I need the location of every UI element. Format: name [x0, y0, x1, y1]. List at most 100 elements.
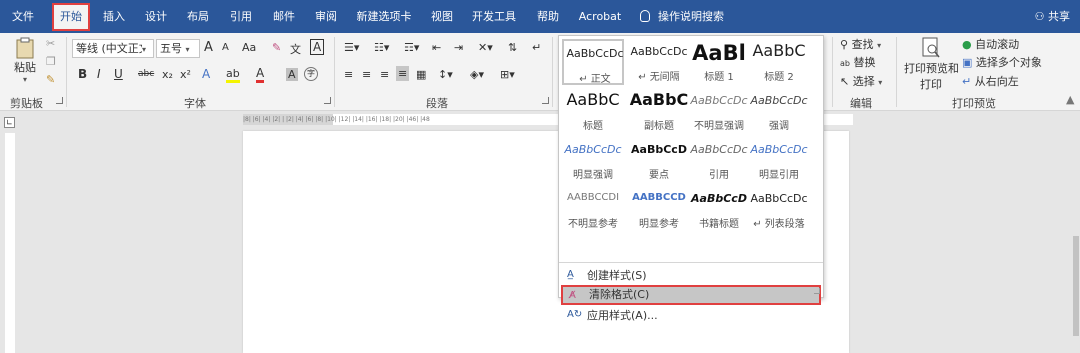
strikethrough-button[interactable]: abc: [138, 69, 154, 79]
enclose-characters-icon[interactable]: 字: [304, 67, 318, 81]
tab-mailings[interactable]: 邮件: [266, 0, 302, 33]
numbering-icon[interactable]: ☷▾: [374, 41, 389, 54]
distributed-icon[interactable]: ▦: [416, 68, 426, 81]
copy-icon[interactable]: ❐: [46, 55, 56, 68]
resize-grip-icon[interactable]: [814, 288, 820, 294]
style-4[interactable]: AaBbC 标题 2: [748, 39, 810, 85]
bullets-icon[interactable]: ☰▾: [344, 41, 359, 54]
tab-view[interactable]: 视图: [424, 0, 460, 33]
print-preview-button[interactable]: 打印预览和 打印: [904, 36, 959, 92]
multilevel-list-icon[interactable]: ☶▾: [404, 41, 419, 54]
subscript-button[interactable]: x₂: [162, 68, 173, 81]
grow-font-button[interactable]: A: [204, 40, 213, 55]
change-case-button[interactable]: Aa: [242, 41, 256, 54]
tab-developer[interactable]: 开发工具: [466, 0, 522, 33]
style-14[interactable]: AABBCCD 明显参考: [628, 186, 690, 232]
tab-selector-icon[interactable]: ∟: [4, 117, 15, 128]
bold-button[interactable]: B: [78, 67, 87, 81]
tab-references[interactable]: 引用: [223, 0, 259, 33]
apply-styles-item[interactable]: A↻ 应用样式(A)...: [561, 306, 821, 326]
style-name: 引用: [688, 166, 750, 181]
italic-button[interactable]: I: [97, 67, 101, 81]
style-13[interactable]: AABBCCDI 不明显参考: [562, 186, 624, 232]
style-6[interactable]: AaBbC 副标题: [628, 88, 690, 134]
right-to-left-button[interactable]: ↵ 从右向左: [962, 73, 1019, 89]
sort-icon[interactable]: ⇅: [508, 41, 517, 54]
clipboard-icon: [16, 37, 34, 59]
select-button[interactable]: ↖ 选择 ▾: [840, 73, 882, 89]
tab-layout[interactable]: 布局: [180, 0, 216, 33]
paragraph-mark-icon: ↵: [753, 219, 762, 230]
style-name-text: 强调: [769, 121, 789, 132]
paragraph-mark-icon: ↵: [638, 72, 647, 83]
style-preview: AaBbC: [566, 90, 620, 109]
cut-icon[interactable]: ✂: [46, 37, 55, 50]
style-10[interactable]: AaBbCcD 要点: [628, 137, 690, 183]
highlight-color-button[interactable]: ab: [226, 67, 240, 83]
tab-insert[interactable]: 插入: [96, 0, 132, 33]
style-1[interactable]: AaBbCcDc ↵ 正文: [562, 39, 624, 85]
find-button[interactable]: ⚲ 查找 ▾: [840, 36, 881, 52]
divider: [896, 37, 897, 107]
style-name-text: 标题: [583, 121, 603, 132]
character-border-button[interactable]: A: [310, 39, 325, 55]
style-5[interactable]: AaBbC 标题: [562, 88, 624, 134]
style-12[interactable]: AaBbCcDc 明显引用: [748, 137, 810, 183]
style-8[interactable]: AaBbCcDc 强调: [748, 88, 810, 134]
style-9[interactable]: AaBbCcDc 明显强调: [562, 137, 624, 183]
auto-scroll-button[interactable]: ● 自动滚动: [962, 36, 1019, 52]
align-center-icon[interactable]: ≡: [362, 68, 371, 81]
clear-formatting-item[interactable]: A̸ 清除格式(C): [561, 285, 821, 305]
paste-dropdown-icon[interactable]: ▾: [8, 75, 42, 84]
select-multiple-button[interactable]: ▣ 选择多个对象: [962, 54, 1042, 70]
chinese-layout-icon[interactable]: ✕▾: [478, 41, 493, 54]
format-painter-icon[interactable]: ✎: [46, 73, 55, 86]
align-right-icon[interactable]: ≡: [380, 68, 389, 81]
font-size-combo[interactable]: 五号 ▾: [156, 39, 200, 58]
style-3[interactable]: AaBl 标题 1: [688, 39, 750, 85]
align-left-icon[interactable]: ≡: [344, 68, 353, 81]
increase-indent-icon[interactable]: ⇥: [454, 41, 463, 54]
shading-icon[interactable]: ◈▾: [470, 68, 484, 81]
underline-button[interactable]: U: [114, 67, 123, 81]
style-2[interactable]: AaBbCcDc ↵ 无间隔: [628, 39, 690, 85]
share-button[interactable]: ⚇ 共享: [1035, 0, 1070, 33]
scrollbar-thumb[interactable]: [1073, 236, 1079, 336]
style-16[interactable]: AaBbCcDc ↵ 列表段落: [748, 186, 810, 232]
tab-new-tab[interactable]: 新建选项卡: [352, 0, 416, 33]
style-7[interactable]: AaBbCcDc 不明显强调: [688, 88, 750, 134]
borders-icon[interactable]: ⊞▾: [500, 68, 515, 81]
font-launcher[interactable]: [324, 97, 331, 104]
superscript-button[interactable]: x²: [180, 68, 191, 81]
style-name: 明显引用: [748, 166, 810, 181]
clear-all-formatting-icon[interactable]: ✎: [272, 41, 281, 54]
shrink-font-button[interactable]: A: [222, 42, 229, 53]
tab-help[interactable]: 帮助: [530, 0, 566, 33]
font-family-combo[interactable]: 等线 (中文正文)▾: [72, 39, 154, 58]
paragraph-mark-icon: ↵: [579, 74, 588, 85]
create-style-item[interactable]: A̲ 创建样式(S): [561, 266, 821, 286]
style-11[interactable]: AaBbCcDc 引用: [688, 137, 750, 183]
tab-design[interactable]: 设计: [138, 0, 174, 33]
replace-button[interactable]: ab 替换: [840, 54, 875, 70]
style-15[interactable]: AaBbCcD 书籍标题: [688, 186, 750, 232]
tell-me-search[interactable]: 操作说明搜索: [640, 0, 724, 33]
tab-review[interactable]: 审阅: [308, 0, 344, 33]
tab-acrobat[interactable]: Acrobat: [574, 0, 626, 33]
character-shading-button[interactable]: A: [286, 68, 298, 81]
search-icon: ⚲: [840, 38, 849, 51]
text-effects-button[interactable]: A: [202, 67, 210, 81]
phonetic-guide-button[interactable]: 文: [290, 41, 301, 57]
tab-home[interactable]: 开始: [52, 3, 90, 31]
clipboard-launcher[interactable]: [56, 97, 63, 104]
paste-button[interactable]: 粘贴 ▾: [8, 37, 42, 87]
justify-icon[interactable]: ≡: [396, 66, 410, 81]
font-color-button[interactable]: A: [256, 66, 265, 83]
show-marks-icon[interactable]: ↵: [532, 41, 541, 54]
paragraph-launcher[interactable]: [542, 97, 549, 104]
vertical-scrollbar[interactable]: [1072, 111, 1080, 353]
decrease-indent-icon[interactable]: ⇤: [432, 41, 441, 54]
line-spacing-icon[interactable]: ↕▾: [438, 68, 453, 81]
collapse-ribbon-icon[interactable]: ▲: [1066, 93, 1074, 106]
tab-file[interactable]: 文件: [6, 0, 40, 33]
